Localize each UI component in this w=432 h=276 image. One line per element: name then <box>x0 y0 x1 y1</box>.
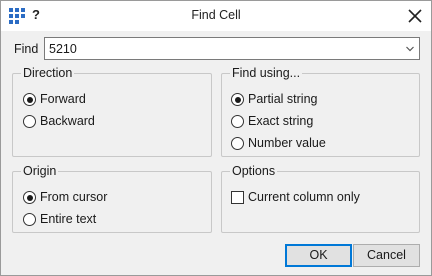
find-cell-dialog: ? Find Cell Find 5210 Direction Forward … <box>0 0 432 276</box>
checkbox-current-column-only-box[interactable] <box>231 191 244 204</box>
radio-exact-string-label: Exact string <box>248 114 314 128</box>
radio-number-value-label: Number value <box>248 136 326 150</box>
ok-button[interactable]: OK <box>285 244 352 267</box>
origin-group: Origin From cursor Entire text <box>12 164 212 233</box>
chevron-down-icon[interactable] <box>405 44 415 54</box>
options-group: Options Current column only <box>221 164 420 233</box>
radio-exact-string-indicator[interactable] <box>231 115 244 128</box>
find-using-group-title: Find using... <box>230 66 303 80</box>
checkbox-current-column-only-label: Current column only <box>248 190 360 204</box>
radio-number-value-indicator[interactable] <box>231 137 244 150</box>
origin-group-title: Origin <box>21 164 59 178</box>
radio-from-cursor-label: From cursor <box>40 190 108 204</box>
find-using-group: Find using... Partial string Exact strin… <box>221 66 420 157</box>
radio-from-cursor-indicator[interactable] <box>23 191 36 204</box>
radio-partial-string-indicator[interactable] <box>231 93 244 106</box>
title-bar: ? Find Cell <box>1 1 431 31</box>
options-group-title: Options <box>230 164 278 178</box>
dialog-title: Find Cell <box>191 8 241 22</box>
find-combobox[interactable]: 5210 <box>44 37 420 60</box>
cancel-button[interactable]: Cancel <box>353 244 420 267</box>
radio-entire-text-indicator[interactable] <box>23 213 36 226</box>
find-input-value[interactable]: 5210 <box>49 42 77 56</box>
radio-forward-label: Forward <box>40 92 86 106</box>
direction-group: Direction Forward Backward <box>12 66 212 157</box>
find-label: Find <box>14 42 39 56</box>
radio-partial-string-label: Partial string <box>248 92 318 106</box>
radio-backward-indicator[interactable] <box>23 115 36 128</box>
radio-backward-label: Backward <box>40 114 95 128</box>
close-icon[interactable] <box>405 6 425 26</box>
direction-group-title: Direction <box>21 66 75 80</box>
radio-forward-indicator[interactable] <box>23 93 36 106</box>
radio-entire-text-label: Entire text <box>40 212 97 226</box>
